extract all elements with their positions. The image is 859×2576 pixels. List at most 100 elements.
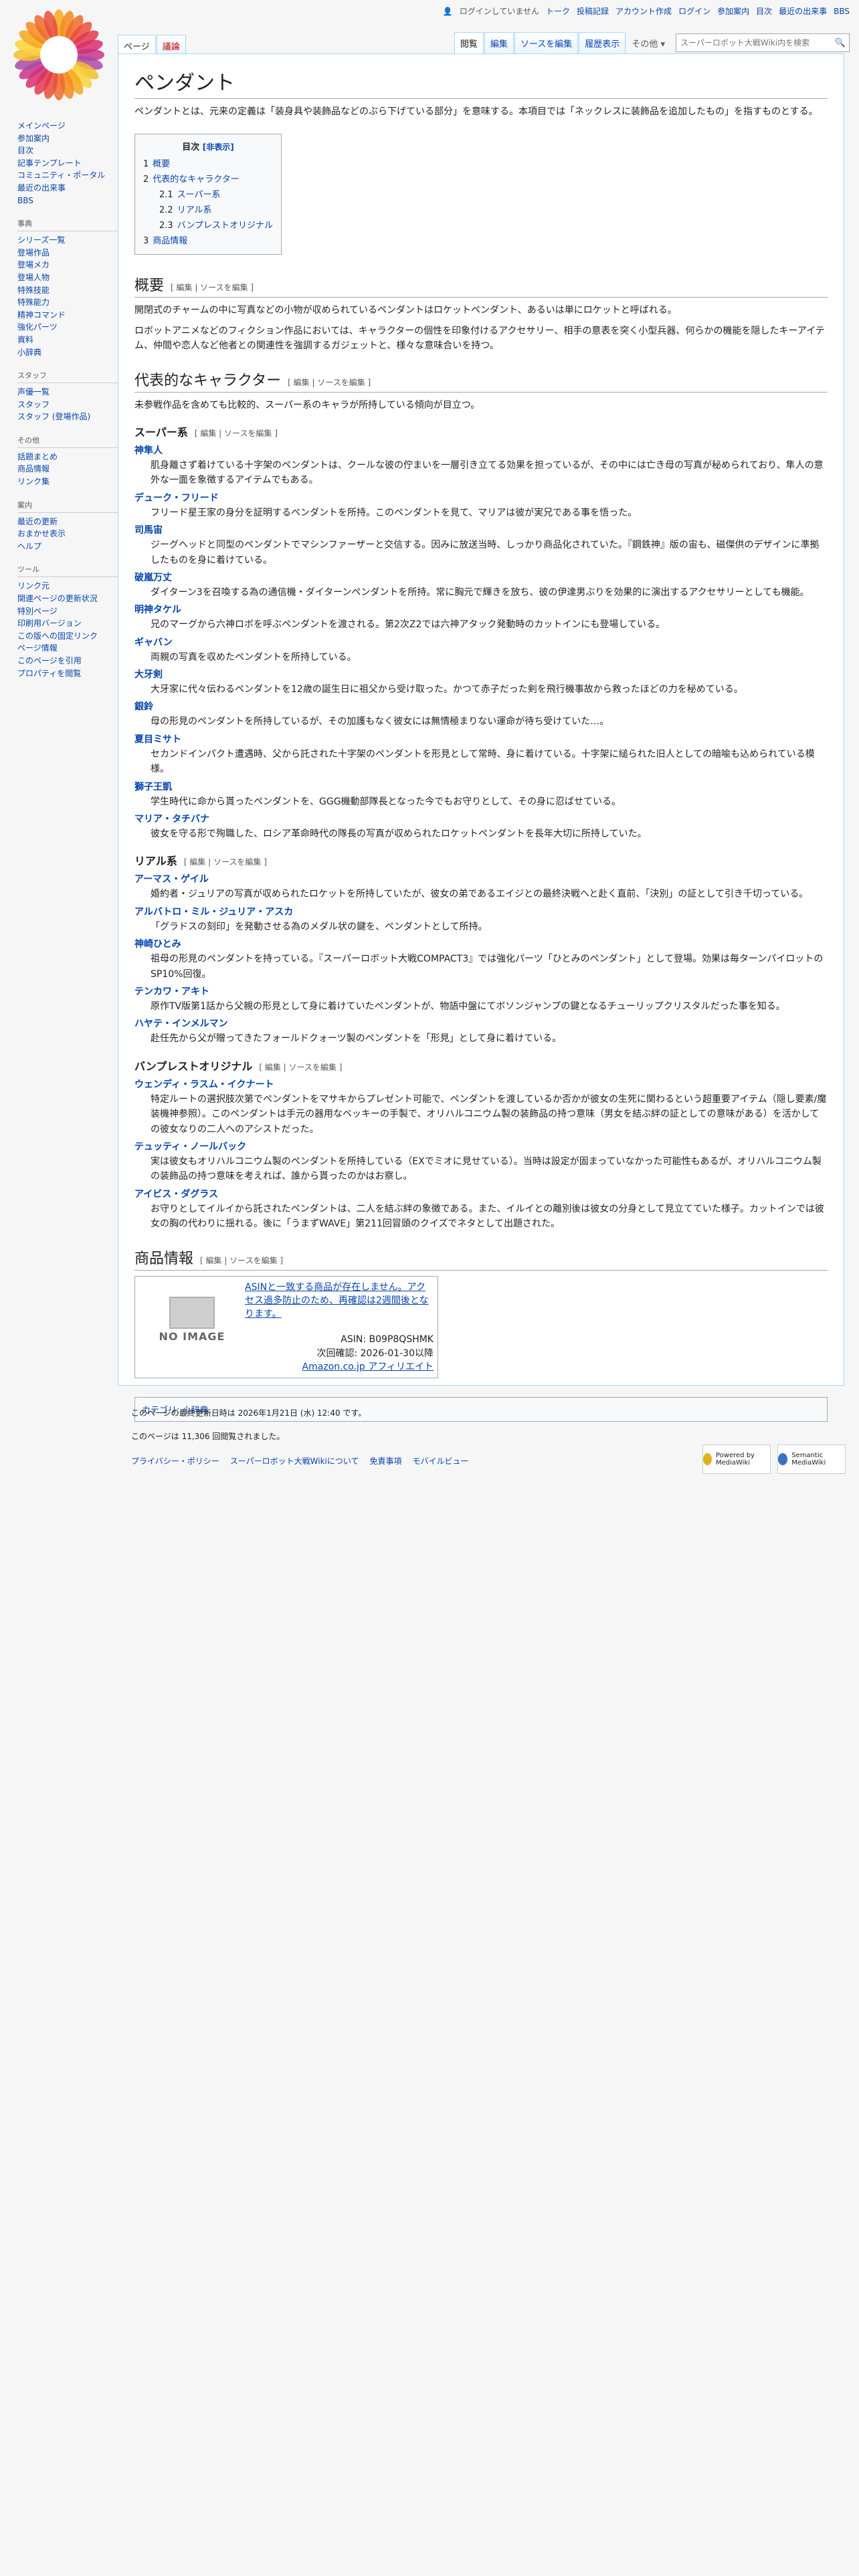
page-title: ペンダント <box>134 66 828 99</box>
character-name[interactable]: 破嵐万丈 <box>134 570 828 584</box>
sidebar-item[interactable]: 登場作品 <box>17 248 118 259</box>
sidebar-item[interactable]: この版への固定リンク <box>17 631 118 642</box>
character-name[interactable]: 神隼人 <box>134 443 828 457</box>
section-edit-link[interactable]: [ 編集 | ソースを編集 ] <box>259 1063 342 1072</box>
section-title: 商品情報 <box>134 1250 194 1267</box>
sidebar-item[interactable]: 最近の更新 <box>17 517 118 528</box>
more-menu[interactable]: その他 ▾ <box>626 33 670 53</box>
mediawiki-badge[interactable]: Powered by MediaWiki <box>702 1444 771 1474</box>
toc-item[interactable]: 2 代表的なキャラクター <box>143 172 273 185</box>
tab-edit-source[interactable]: ソースを編集 <box>514 32 579 53</box>
sidebar-dict: 事典 シリーズ一覧 登場作品 登場メカ 登場人物 特殊技能 特殊能力 精神コマン… <box>17 218 118 358</box>
mobile-view-link[interactable]: モバイルビュー <box>413 1455 469 1467</box>
sidebar-item[interactable]: 特殊能力 <box>17 298 118 308</box>
sidebar-item[interactable]: スタッフ <box>17 400 118 411</box>
toc-item[interactable]: 2.1 スーパー系 <box>159 187 273 200</box>
create-account-link[interactable]: アカウント作成 <box>615 5 672 17</box>
privacy-link[interactable]: プライバシー・ポリシー <box>131 1455 219 1467</box>
sidebar-item[interactable]: リンク元 <box>17 581 118 592</box>
affiliate-link[interactable]: Amazon.co.jp アフィリエイト <box>245 1360 434 1374</box>
sidebar-item[interactable]: スタッフ (登場作品) <box>17 412 118 423</box>
sidebar-item[interactable]: シリーズ一覧 <box>17 235 118 246</box>
character-name[interactable]: マリア・タチバナ <box>134 812 828 825</box>
sidebar-item[interactable]: おまかせ表示 <box>17 529 118 540</box>
sidebar-item[interactable]: 特別ページ <box>17 607 118 617</box>
section-edit-link[interactable]: [ 編集 | ソースを編集 ] <box>171 283 254 292</box>
contribs-link[interactable]: 投稿記録 <box>577 5 609 17</box>
character-name[interactable]: 大牙剣 <box>134 667 828 681</box>
sidebar-item[interactable]: リンク集 <box>17 477 118 488</box>
sidebar-item[interactable]: 最近の出来事 <box>17 183 118 194</box>
recent-link[interactable]: 最近の出来事 <box>779 5 827 17</box>
sidebar-item[interactable]: このページを引用 <box>17 656 118 667</box>
bbs-link[interactable]: BBS <box>834 7 850 16</box>
character-name[interactable]: 銀鈴 <box>134 700 828 713</box>
tab-edit[interactable]: 編集 <box>484 32 514 53</box>
character-name[interactable]: テュッティ・ノールバック <box>134 1140 828 1153</box>
smw-badge[interactable]: Semantic MediaWiki <box>777 1444 846 1474</box>
toc-item[interactable]: 2.2 リアル系 <box>159 203 273 215</box>
search-icon[interactable]: 🔍 <box>832 38 849 48</box>
view-tabs: 閲覧 編集 ソースを編集 履歴表示 その他 ▾ 🔍 <box>454 32 850 53</box>
sidebar-item[interactable]: ページ情報 <box>17 643 118 654</box>
character-name[interactable]: 獅子王凱 <box>134 780 828 793</box>
sidebar-item[interactable]: 参加案内 <box>17 134 118 144</box>
character-description: 母の形見のペンダントを所持しているが、その加護もなく彼女には無情極まりない運命が… <box>151 716 609 728</box>
character-name[interactable]: アーマス・ゲイル <box>134 872 828 885</box>
tab-read[interactable]: 閲覧 <box>454 32 484 53</box>
character-name[interactable]: アルバトロ・ミル・ジュリア・アスカ <box>134 905 828 918</box>
character-description: 両親の写真を収めたペンダントを所持している。 <box>151 651 357 663</box>
sidebar-item[interactable]: 登場メカ <box>17 260 118 271</box>
sidebar-item[interactable]: 商品情報 <box>17 464 118 475</box>
sidebar-item[interactable]: 強化パーツ <box>17 322 118 333</box>
character-name[interactable]: 司馬宙 <box>134 523 828 536</box>
sidebar-item[interactable]: 精神コマンド <box>17 310 118 321</box>
sidebar-item[interactable]: 印刷用バージョン <box>17 619 118 629</box>
character-name[interactable]: ハヤテ・インメルマン <box>134 1016 828 1030</box>
talk-link[interactable]: トーク <box>546 5 570 17</box>
sidebar-item[interactable]: 声優一覧 <box>17 387 118 398</box>
section-edit-link[interactable]: [ 編集 | ソースを編集 ] <box>195 429 278 438</box>
toc-toggle[interactable]: [非表示] <box>203 142 234 152</box>
search-input[interactable] <box>676 38 832 47</box>
sidebar-item[interactable]: 登場人物 <box>17 273 118 284</box>
sidebar-item[interactable]: 目次 <box>17 146 118 156</box>
section-edit-link[interactable]: [ 編集 | ソースを編集 ] <box>184 857 267 867</box>
sidebar-item[interactable]: メインページ <box>17 121 118 132</box>
login-link[interactable]: ログイン <box>678 5 710 17</box>
sidebar-item[interactable]: 特殊技能 <box>17 286 118 296</box>
toc-label: バンプレストオリジナル <box>177 221 273 231</box>
character-name[interactable]: ウェンディ・ラスム・イクナート <box>134 1077 828 1091</box>
character-name[interactable]: 神崎ひとみ <box>134 937 828 950</box>
sidebar-item[interactable]: 関連ページの更新状況 <box>17 594 118 605</box>
character-name[interactable]: ギャバン <box>134 635 828 649</box>
sidebar-item[interactable]: ヘルプ <box>17 542 118 552</box>
sidebar-item[interactable]: BBS <box>17 196 118 207</box>
sidebar-item[interactable]: 記事テンプレート <box>17 158 118 169</box>
sidebar-item[interactable]: 話題まとめ <box>17 452 118 463</box>
product-notice[interactable]: ASINと一致する商品が存在しません。アクセス過多防止のため、再確認は2週間後と… <box>245 1281 434 1321</box>
toc-item[interactable]: 1 概要 <box>143 156 273 169</box>
disclaimer-link[interactable]: 免責事項 <box>370 1455 402 1467</box>
character-name[interactable]: テンカワ・アキト <box>134 984 828 998</box>
site-logo[interactable] <box>12 8 106 102</box>
sidebar-item[interactable]: 小辞典 <box>17 348 118 358</box>
sidebar-item[interactable]: コミュニティ・ポータル <box>17 171 118 181</box>
toc-label: 代表的なキャラクター <box>153 175 240 185</box>
section-edit-link[interactable]: [ 編集 | ソースを編集 ] <box>288 378 371 387</box>
character-name[interactable]: 夏目ミサト <box>134 732 828 746</box>
product-recheck: 次回確認: 2026-01-30以降 <box>316 1348 434 1359</box>
character-name[interactable]: 明神タケル <box>134 603 828 616</box>
toc-item[interactable]: 2.3 バンプレストオリジナル <box>159 218 273 231</box>
character-name[interactable]: アイビス・ダグラス <box>134 1187 828 1200</box>
sidebar-item[interactable]: プロパティを閲覧 <box>17 669 118 679</box>
about-link[interactable]: スーパーロボット大戦Wikiについて <box>230 1455 359 1467</box>
sidebar-item[interactable]: 資料 <box>17 335 118 346</box>
tab-history[interactable]: 履歴表示 <box>579 32 626 53</box>
character-name[interactable]: デューク・フリード <box>134 491 828 504</box>
section-edit-link[interactable]: [ 編集 | ソースを編集 ] <box>200 1256 283 1265</box>
participate-link[interactable]: 参加案内 <box>717 5 749 17</box>
toc-link[interactable]: 目次 <box>756 5 772 17</box>
toc-item[interactable]: 3 商品情報 <box>143 233 273 246</box>
sidebar-heading: スタッフ <box>17 370 118 384</box>
